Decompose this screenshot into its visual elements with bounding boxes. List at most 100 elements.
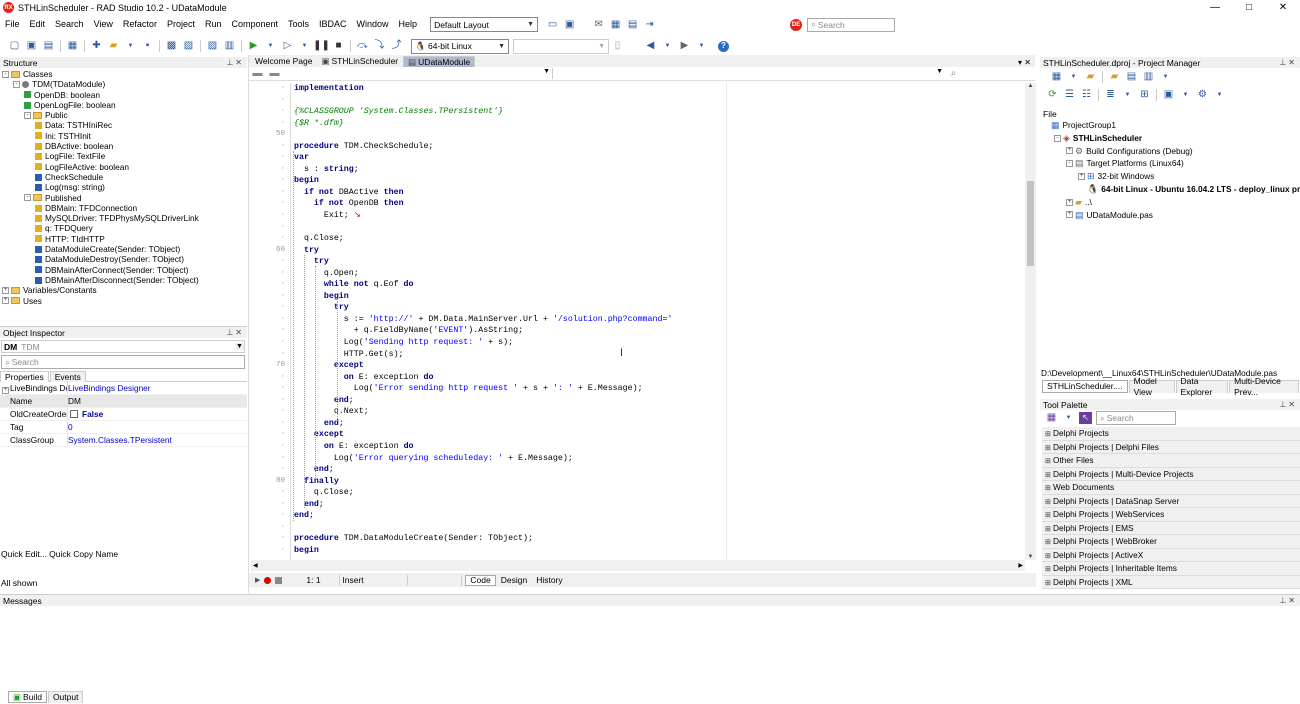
open-folder-icon[interactable]: ▰ [1108, 71, 1121, 83]
expand-icon[interactable]: ⊞ [1045, 455, 1053, 469]
code-line[interactable]: on E: exception do [294, 372, 1022, 384]
sort-icon[interactable]: ≣ [1104, 89, 1117, 101]
code-line[interactable]: q.Close; [294, 233, 1022, 245]
layout-combo[interactable]: Default Layout ▼ [430, 17, 539, 32]
expand-icon[interactable]: + [1066, 198, 1073, 206]
expand-icon[interactable]: ⊞ [1045, 563, 1053, 577]
tab-code[interactable]: Code [465, 574, 496, 586]
categories-icon[interactable]: ▦ [1045, 412, 1058, 424]
remove-from-project-icon[interactable]: ▥ [223, 40, 236, 52]
run-icon[interactable]: ▶ [247, 40, 260, 52]
scroll-down-icon[interactable]: ▼ [1025, 554, 1036, 560]
menu-tools[interactable]: Tools [283, 16, 314, 33]
search-icon[interactable]: ⌕ [947, 68, 960, 80]
code-line[interactable]: if not DBActive then [294, 187, 1022, 199]
expand-icon[interactable]: ⊞ [1045, 577, 1053, 591]
pause-icon[interactable]: ❚❚ [313, 40, 330, 52]
palette-category[interactable]: ⊞ Delphi Projects | XML [1042, 575, 1300, 591]
menu-help[interactable]: Help [394, 16, 423, 33]
build-icon[interactable]: ▣ [1162, 89, 1175, 101]
code-line[interactable] [294, 129, 1022, 141]
collapse-icon[interactable]: - [1054, 134, 1061, 142]
open-folder-icon[interactable]: ▰ [107, 40, 120, 52]
menu-window[interactable]: Window [352, 16, 394, 33]
dropdown-icon[interactable]: ▼ [1213, 89, 1226, 101]
scroll-right-icon[interactable]: ▶ [1018, 562, 1023, 569]
expand-icon[interactable]: ⊞ [1045, 469, 1053, 483]
palette-category[interactable]: ⊞ Delphi Projects | WebBroker [1042, 535, 1300, 549]
expand-icon[interactable]: + [2, 297, 9, 305]
maximize-button[interactable]: □ [1232, 0, 1266, 15]
expand-icon[interactable]: + [2, 387, 9, 394]
collapse-icon[interactable]: - [2, 70, 9, 78]
object-selector[interactable]: DM TDM ▼ [1, 340, 245, 353]
compile-icon[interactable]: ⚙ [1196, 89, 1209, 101]
tab-multi-device-preview[interactable]: Multi-Device Prev... [1229, 376, 1299, 397]
new-icon[interactable]: ▢ [8, 40, 21, 52]
pin-close-icon[interactable]: ⊥✕ [226, 328, 244, 337]
palette-search-input[interactable]: ⌕ Search [1096, 411, 1176, 425]
menu-component[interactable]: Component [226, 16, 283, 33]
deploy-icon[interactable]: ▯ [611, 40, 624, 52]
view-icon[interactable]: ▤ [1125, 71, 1138, 83]
code-line[interactable]: try [294, 256, 1022, 268]
code-line[interactable]: try [294, 302, 1022, 314]
mail-icon[interactable]: ✉ [592, 19, 605, 31]
code-line[interactable]: q.Open; [294, 268, 1022, 280]
embarcadero-logo-icon[interactable]: DE [790, 18, 803, 31]
menu-search[interactable]: Search [50, 16, 89, 33]
expand-icon[interactable]: + [1066, 147, 1073, 155]
project-node[interactable]: ▦ ProjectGroup1 [1042, 119, 1300, 132]
structure-node[interactable]: HTTP: TIdHTTP [0, 234, 247, 244]
code-line[interactable]: Exit; ↘ [294, 210, 1022, 222]
run-nodebug-dropdown-icon[interactable]: ▼ [298, 40, 311, 52]
save-layout-icon[interactable]: ▭ [546, 19, 559, 31]
property-value[interactable]: 0 [68, 421, 73, 433]
nav-method-icon[interactable]: ▬ [268, 68, 281, 80]
target-platform-combo[interactable]: 🐧 64-bit Linux ▼ [411, 38, 509, 54]
code-line[interactable]: begin [294, 175, 1022, 187]
horizontal-scrollbar[interactable]: ◀ ▶ [251, 560, 1025, 571]
expand-icon[interactable]: ⊞ [1045, 550, 1053, 564]
code-area[interactable]: implementation {%CLASSGROUP 'System.Clas… [294, 83, 1022, 560]
project-node[interactable]: - ▤ Target Platforms (Linux64) [1042, 157, 1300, 170]
code-line[interactable]: end; [294, 418, 1022, 430]
code-line[interactable]: q.Next; [294, 406, 1022, 418]
class-combo[interactable]: ▼ [283, 68, 553, 79]
tab-design[interactable]: Design [496, 574, 532, 586]
menu-run[interactable]: Run [200, 16, 227, 33]
cursor-select-icon[interactable]: ↖ [1079, 412, 1092, 424]
structure-node[interactable]: DBMainAfterConnect(Sender: TObject) [0, 265, 247, 275]
step-over-icon[interactable]: ⤼ [356, 40, 369, 52]
property-row[interactable]: ClassGroup System.Classes.TPersistent [0, 434, 247, 447]
structure-node[interactable]: q: TFDQuery [0, 223, 247, 233]
structure-node[interactable]: - Published [0, 193, 247, 203]
structure-node[interactable]: MySQLDriver: TFDPhysMySQLDriverLink [0, 213, 247, 223]
palette-category[interactable]: ⊞ Delphi Projects | EMS [1042, 521, 1300, 535]
save-icon[interactable]: ▪ [141, 40, 154, 52]
code-line[interactable]: HTTP.Get(s); [294, 349, 1022, 361]
collapse-icon[interactable]: - [24, 111, 31, 119]
forward-arrow-icon[interactable]: ▶ [678, 40, 691, 52]
code-line[interactable]: finally [294, 476, 1022, 488]
property-row[interactable]: +LiveBindings Desig LiveBindings Designe… [0, 382, 247, 395]
tab-events[interactable]: Events [49, 371, 86, 382]
tab-build[interactable]: ▣ Build [8, 691, 47, 703]
code-line[interactable]: {$R *.dfm} [294, 118, 1022, 130]
sync-icon[interactable]: ▦ [1050, 71, 1063, 83]
palette-category[interactable]: ⊞ Delphi Projects | DataSnap Server [1042, 494, 1300, 508]
new-items-icon[interactable]: ✚ [90, 40, 103, 52]
dropdown-icon[interactable]: ▼ [1179, 89, 1192, 101]
project-node[interactable]: + ⚙ Build Configurations (Debug) [1042, 145, 1300, 158]
dropdown-icon[interactable]: ▼ [124, 40, 137, 52]
scroll-up-icon[interactable]: ▲ [1025, 83, 1036, 89]
code-line[interactable]: procedure TDM.CheckSchedule; [294, 141, 1022, 153]
run-until-return-icon[interactable]: ⤴ [390, 40, 403, 52]
property-row[interactable]: Name DM [0, 395, 247, 408]
expand-icon[interactable]: ⊞ [1045, 442, 1053, 456]
ide-search-input[interactable]: ⌕ Search [807, 17, 896, 32]
project-node[interactable]: + ▰ ..\ [1042, 196, 1300, 209]
pin-close-icon[interactable]: ⊥✕ [1279, 58, 1297, 67]
code-line[interactable]: q.Close; [294, 487, 1022, 499]
code-line[interactable]: end; [294, 499, 1022, 511]
